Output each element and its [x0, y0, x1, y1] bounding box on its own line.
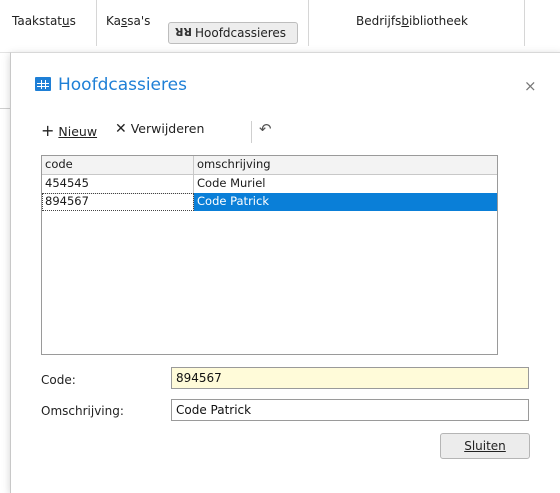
cell-code[interactable]: 894567 — [42, 193, 194, 211]
delete-button-label: Verwijderen — [130, 121, 205, 136]
grid-header: code omschrijving — [42, 156, 497, 175]
column-header-code[interactable]: code — [42, 156, 194, 174]
cashiers-grid[interactable]: code omschrijving 454545 Code Muriel 894… — [41, 155, 498, 355]
hoofdcassieres-dialog: Hoofdcassieres × + Nieuw ✕ Verwijderen ↶… — [10, 52, 560, 493]
table-icon — [35, 77, 51, 91]
background-divider — [0, 108, 10, 109]
cell-code[interactable]: 454545 — [42, 175, 194, 193]
hoofdcassieres-ribbon-label: Hoofdcassieres — [195, 26, 287, 40]
new-button-label: Nieuw — [58, 124, 98, 139]
table-row-selected[interactable]: 894567 Code Patrick — [42, 193, 497, 211]
delete-icon: ✕ — [115, 121, 127, 137]
people-icon: ꓤꓤ — [175, 26, 192, 39]
plus-icon: + — [41, 121, 55, 140]
dialog-title: Hoofdcassieres — [58, 75, 187, 95]
hoofdcassieres-ribbon-button[interactable]: ꓤꓤ Hoofdcassieres — [168, 22, 298, 44]
column-header-omschrijving[interactable]: omschrijving — [194, 156, 497, 174]
close-dialog-button[interactable]: Sluiten — [440, 433, 530, 459]
cell-omschrijving[interactable]: Code Patrick — [194, 193, 497, 211]
delete-button[interactable]: ✕ Verwijderen — [115, 121, 204, 137]
close-icon[interactable]: × — [524, 79, 537, 94]
new-button[interactable]: + Nieuw — [41, 121, 97, 140]
omschrijving-label: Omschrijving: — [41, 404, 124, 418]
table-row[interactable]: 454545 Code Muriel — [42, 175, 497, 194]
kassas-button[interactable]: Kassa's — [106, 14, 150, 28]
ribbon-group-bibliotheek: Bedrijfsbibliotheek — [308, 0, 525, 46]
taakstatus-button[interactable]: Taakstatus — [12, 14, 76, 28]
ribbon: Taakstatus Kassa's ꓤꓤ Hoofdcassieres Bed… — [0, 0, 560, 53]
code-label: Code: — [41, 373, 76, 387]
bedrijfsbibliotheek-button[interactable]: Bedrijfsbibliotheek — [356, 14, 468, 28]
cell-omschrijving[interactable]: Code Muriel — [194, 175, 497, 193]
toolbar-separator — [251, 121, 252, 143]
close-button-label: Sluiten — [464, 439, 506, 453]
omschrijving-field[interactable]: Code Patrick — [171, 399, 529, 421]
undo-icon[interactable]: ↶ — [259, 120, 272, 138]
ribbon-group-taakstatus: Taakstatus — [0, 0, 97, 46]
code-field[interactable]: 894567 — [171, 367, 529, 389]
